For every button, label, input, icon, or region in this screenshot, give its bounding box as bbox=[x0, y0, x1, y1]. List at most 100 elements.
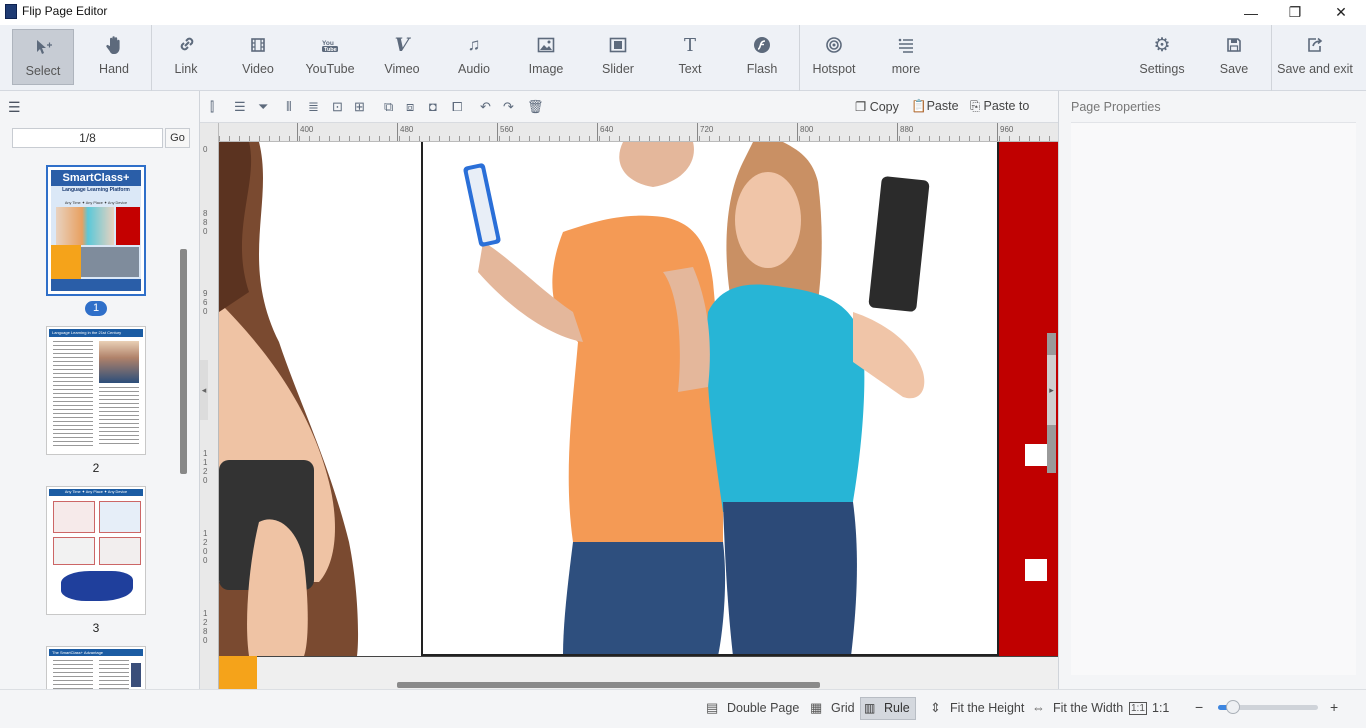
zoom-in-button[interactable]: + bbox=[1330, 699, 1338, 715]
paste-icon: 📋 bbox=[911, 99, 927, 113]
ruler-mark bbox=[597, 123, 598, 141]
youtube-tool-button[interactable]: You Tube YouTube bbox=[299, 28, 361, 84]
fit-width-button[interactable]: Fit the Width bbox=[1053, 701, 1123, 715]
select-tool-button[interactable]: Select bbox=[12, 29, 74, 85]
bring-front-icon[interactable]: ⧉ bbox=[384, 99, 393, 115]
ruler-mark bbox=[897, 123, 898, 141]
orange-strip bbox=[219, 656, 257, 689]
window-title: Flip Page Editor bbox=[22, 4, 108, 18]
video-tool-button[interactable]: Video bbox=[227, 28, 289, 84]
ruler-label: 800 bbox=[800, 125, 814, 134]
save-and-exit-button[interactable]: Save and exit bbox=[1276, 28, 1354, 84]
settings-button[interactable]: ⚙ Settings bbox=[1131, 28, 1193, 84]
same-width-icon[interactable]: ⊡ bbox=[332, 99, 343, 115]
fit-height-icon: ⇕ bbox=[930, 700, 941, 715]
text-t-icon: T bbox=[683, 34, 696, 56]
align-bottom-icon[interactable]: ⏷ bbox=[258, 99, 268, 115]
link-tool-button[interactable]: Link bbox=[155, 28, 217, 84]
thumb-tagline: Any Time ✦ Any Place ✦ Any Device bbox=[64, 201, 128, 205]
ruler-label: 720 bbox=[700, 125, 714, 134]
rule-toggle[interactable]: ▥ Rule bbox=[860, 697, 916, 720]
fit-height-button[interactable]: Fit the Height bbox=[950, 701, 1024, 715]
save-button[interactable]: Save bbox=[1203, 28, 1265, 84]
restore-button[interactable]: ❐ bbox=[1272, 0, 1318, 25]
ruler-label: 880 bbox=[203, 209, 208, 236]
svg-text:You: You bbox=[322, 40, 334, 47]
red-panel-square bbox=[1025, 559, 1047, 581]
more-tool-button[interactable]: more bbox=[875, 28, 937, 84]
music-note-icon: ♫ bbox=[467, 35, 481, 54]
more-lines-icon bbox=[897, 28, 915, 62]
actual-size-button[interactable]: 1:1 bbox=[1152, 701, 1169, 715]
page-thumbnail-4[interactable]: The SmartClass+ Advantage bbox=[46, 646, 146, 689]
ruler-label: 880 bbox=[900, 125, 914, 134]
right-page[interactable] bbox=[421, 142, 999, 656]
export-icon bbox=[1306, 28, 1324, 62]
slider-icon bbox=[609, 28, 627, 62]
undo-icon[interactable]: ↶ bbox=[480, 99, 491, 115]
page-thumbnail-2[interactable]: Language Learning in the 21st Century bbox=[46, 326, 146, 455]
double-page-toggle[interactable]: Double Page bbox=[727, 701, 799, 715]
ruler-mark bbox=[497, 123, 498, 141]
ruler-label: 960 bbox=[203, 289, 208, 316]
actual-size-icon: 1:1 bbox=[1129, 702, 1147, 715]
copy-icon: ❐ bbox=[855, 100, 870, 114]
collapse-right-arrow-icon[interactable]: ▸ bbox=[1047, 355, 1056, 425]
zoom-slider-handle[interactable] bbox=[1226, 700, 1240, 714]
image-tool-button[interactable]: Image bbox=[515, 28, 577, 84]
hotspot-tool-button[interactable]: Hotspot bbox=[803, 28, 865, 84]
panel-title: Page Properties bbox=[1071, 100, 1161, 114]
ruler-label: 1280 bbox=[203, 609, 208, 645]
image-icon bbox=[537, 28, 555, 62]
ruler-label: 0 bbox=[203, 145, 208, 154]
double-page-icon: ▤ bbox=[706, 700, 719, 715]
thumb-title: The SmartClass+ Advantage bbox=[49, 649, 143, 656]
vimeo-tool-button[interactable]: V Vimeo bbox=[371, 28, 433, 84]
flash-tool-button[interactable]: Flash bbox=[731, 28, 793, 84]
close-button[interactable]: ✕ bbox=[1318, 0, 1364, 25]
same-height-icon[interactable]: ⊞ bbox=[354, 99, 365, 115]
page-thumbnail-1[interactable]: SmartClass+ Language Learning Platform A… bbox=[46, 165, 146, 296]
slider-tool-button[interactable]: Slider bbox=[587, 28, 649, 84]
send-backward-icon[interactable]: ◘ bbox=[429, 99, 437, 114]
redo-icon[interactable]: ↷ bbox=[503, 99, 514, 115]
canvas-horizontal-scrollbar[interactable] bbox=[397, 682, 820, 688]
page-thumbnail-3[interactable]: Any Time ✦ Any Place ✦ Any Device bbox=[46, 486, 146, 615]
distribute-h-icon[interactable]: ⦀ bbox=[286, 99, 292, 115]
minimize-button[interactable]: — bbox=[1228, 0, 1274, 25]
ruler-label: 480 bbox=[400, 125, 414, 134]
main-toolbar: Select Hand Link Video You Tube YouTube V… bbox=[0, 25, 1366, 91]
go-button[interactable]: Go bbox=[165, 128, 190, 148]
toolbar-divider bbox=[1271, 25, 1272, 91]
paste-to-button[interactable]: ⎘ Paste to bbox=[970, 99, 1029, 114]
ruler-mark bbox=[297, 123, 298, 141]
audio-tool-button[interactable]: ♫ Audio bbox=[443, 28, 505, 84]
floppy-icon bbox=[1226, 28, 1242, 62]
align-top-icon[interactable]: ☰ bbox=[234, 99, 246, 115]
send-back-icon[interactable]: ⧠ bbox=[452, 99, 462, 115]
left-page[interactable] bbox=[219, 142, 421, 656]
page-number-input[interactable]: 1/8 bbox=[12, 128, 163, 148]
hand-tool-button[interactable]: Hand bbox=[83, 28, 145, 84]
paste-button[interactable]: 📋Paste bbox=[911, 99, 959, 114]
page-canvas[interactable] bbox=[219, 142, 1058, 689]
distribute-v-icon[interactable]: ≣ bbox=[308, 99, 319, 115]
youtube-icon: You Tube bbox=[320, 28, 340, 62]
ruler-label: 960 bbox=[1000, 125, 1014, 134]
trash-icon[interactable]: 🗑 bbox=[527, 99, 544, 115]
horizontal-ruler: 400 480 560 640 720 800 880 960 bbox=[219, 123, 1058, 142]
ruler-label: 1120 bbox=[203, 449, 208, 485]
align-left-icon[interactable]: ⫿ bbox=[210, 99, 214, 115]
text-tool-button[interactable]: T Text bbox=[659, 28, 721, 84]
grid-toggle[interactable]: Grid bbox=[831, 701, 855, 715]
bring-forward-icon[interactable]: ⧈ bbox=[406, 99, 414, 115]
app-icon bbox=[5, 4, 17, 19]
collapse-left-arrow-icon[interactable]: ◂ bbox=[200, 360, 208, 420]
page-thumbnail-panel: ☰ 1/8 Go SmartClass+ Language Learning P… bbox=[0, 91, 200, 689]
svg-text:Tube: Tube bbox=[324, 47, 337, 53]
zoom-out-button[interactable]: − bbox=[1195, 699, 1203, 715]
thumbnail-scrollbar[interactable] bbox=[180, 249, 187, 474]
copy-button[interactable]: ❐ Copy bbox=[855, 99, 899, 114]
list-icon[interactable]: ☰ bbox=[8, 99, 21, 116]
gear-icon: ⚙ bbox=[1153, 34, 1171, 56]
